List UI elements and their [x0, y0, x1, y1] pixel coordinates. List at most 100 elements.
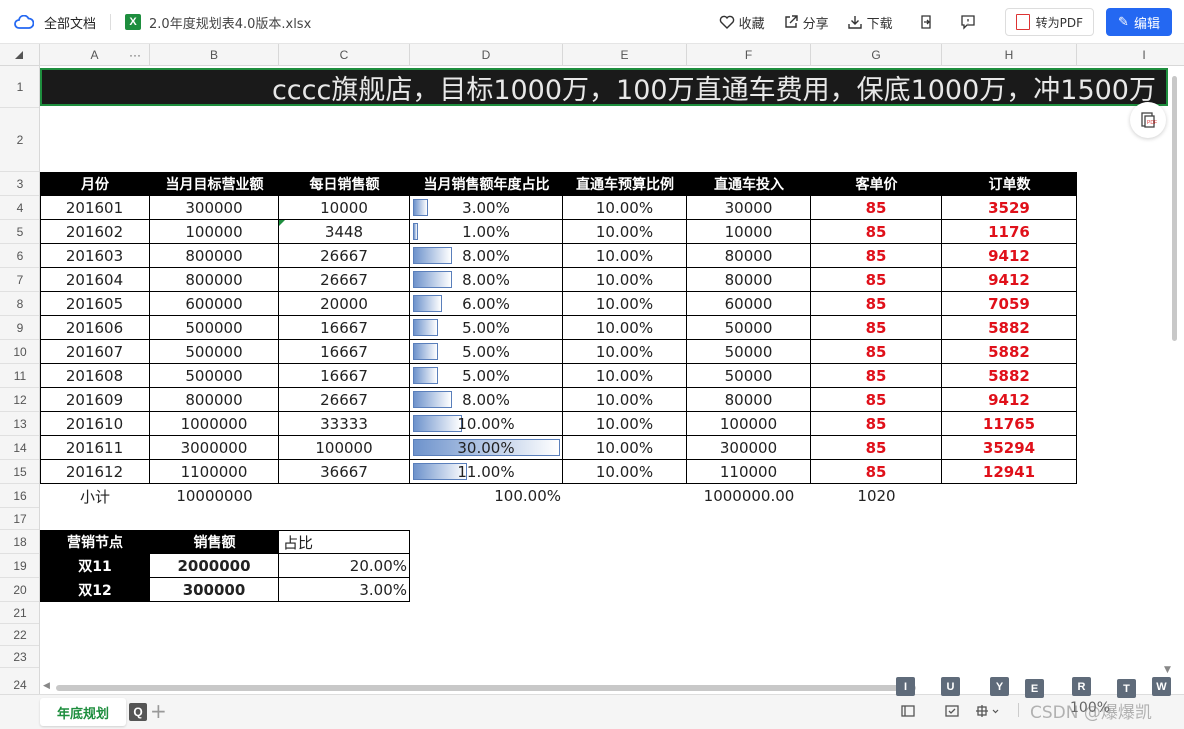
header-marketing-node[interactable]: 营销节点	[40, 530, 150, 554]
edit-button[interactable]: ✎ 编辑	[1106, 8, 1172, 36]
cell-target[interactable]: 500000	[150, 364, 279, 388]
cell-daily[interactable]: 26667	[279, 388, 410, 412]
header-daily-sales[interactable]: 每日销售额	[279, 172, 410, 196]
cell-pct[interactable]: 10.00%	[410, 412, 563, 436]
cell-aov[interactable]: 85	[811, 196, 942, 220]
cell-orders[interactable]: 11765	[942, 412, 1077, 436]
cell-daily[interactable]: 3448	[279, 220, 410, 244]
row-header-5[interactable]: 5	[0, 220, 39, 244]
cell-invest[interactable]: 80000	[687, 388, 811, 412]
cell-invest[interactable]: 300000	[687, 436, 811, 460]
header-target[interactable]: 当月目标营业额	[150, 172, 279, 196]
cell-daily[interactable]: 20000	[279, 292, 410, 316]
row-header-4[interactable]: 4	[0, 196, 39, 220]
row-header-6[interactable]: 6	[0, 244, 39, 268]
subtotal-aov[interactable]: 1020	[811, 484, 942, 508]
row-header-17[interactable]: 17	[0, 508, 39, 530]
header-orders[interactable]: 订单数	[942, 172, 1077, 196]
cell-orders[interactable]: 9412	[942, 244, 1077, 268]
cell-target[interactable]: 1000000	[150, 412, 279, 436]
cell-pct[interactable]: 1.00%	[410, 220, 563, 244]
cell-month[interactable]: 201607	[40, 340, 150, 364]
node-pct[interactable]: 3.00%	[279, 578, 410, 602]
row-header-10[interactable]: 10	[0, 340, 39, 364]
horizontal-scroll-thumb[interactable]	[56, 685, 916, 691]
cell-target[interactable]: 1100000	[150, 460, 279, 484]
cell-target[interactable]: 500000	[150, 316, 279, 340]
node-name[interactable]: 双12	[40, 578, 150, 602]
cloud-icon[interactable]	[14, 15, 34, 29]
header-month[interactable]: 月份	[40, 172, 150, 196]
cell-daily[interactable]: 16667	[279, 364, 410, 388]
add-sheet-icon[interactable]: +	[150, 699, 167, 723]
all-docs-link[interactable]: 全部文档	[44, 13, 96, 32]
cell-month[interactable]: 201612	[40, 460, 150, 484]
comment-marker[interactable]	[279, 220, 285, 226]
cell-budget[interactable]: 10.00%	[563, 388, 687, 412]
convert-pdf-button[interactable]: 转为PDF	[1004, 8, 1094, 36]
cell-daily[interactable]: 10000	[279, 196, 410, 220]
node-sales[interactable]: 2000000	[150, 554, 279, 578]
cell-invest[interactable]: 50000	[687, 364, 811, 388]
cell-target[interactable]: 800000	[150, 244, 279, 268]
subtotal-pct[interactable]: 100.00%	[410, 484, 563, 508]
cell-orders[interactable]: 9412	[942, 268, 1077, 292]
column-header-i[interactable]: I	[1077, 44, 1184, 66]
row-header-13[interactable]: 13	[0, 412, 39, 436]
column-more-icon[interactable]: ···	[129, 44, 141, 66]
cell-target[interactable]: 300000	[150, 196, 279, 220]
spreadsheet-grid[interactable]: cccc旗舰店，目标1000万，100万直通车费用，保底1000万，冲1500万…	[40, 66, 1184, 684]
cell-pct[interactable]: 3.00%	[410, 196, 563, 220]
favorite-button[interactable]: 收藏	[719, 13, 765, 32]
row-header-3[interactable]: 3	[0, 172, 39, 196]
cell-daily[interactable]: 16667	[279, 340, 410, 364]
subtotal-label[interactable]: 小计	[40, 484, 150, 508]
sheet-tab[interactable]: 年底规划	[40, 698, 126, 726]
cell-invest[interactable]: 80000	[687, 244, 811, 268]
cell-month[interactable]: 201609	[40, 388, 150, 412]
cell-daily[interactable]: 100000	[279, 436, 410, 460]
cell-invest[interactable]: 80000	[687, 268, 811, 292]
scroll-left-arrow[interactable]: ◀	[43, 681, 50, 691]
node-name[interactable]: 双11	[40, 554, 150, 578]
cell-aov[interactable]: 85	[811, 388, 942, 412]
cell-pct[interactable]: 8.00%	[410, 268, 563, 292]
cell-orders[interactable]: 5882	[942, 340, 1077, 364]
cell-month[interactable]: 201601	[40, 196, 150, 220]
header-avg-order[interactable]: 客单价	[811, 172, 942, 196]
row-header-19[interactable]: 19	[0, 554, 39, 578]
cell-aov[interactable]: 85	[811, 292, 942, 316]
cell-month[interactable]: 201602	[40, 220, 150, 244]
cell-orders[interactable]: 9412	[942, 388, 1077, 412]
cell-budget[interactable]: 10.00%	[563, 364, 687, 388]
cell-invest[interactable]: 60000	[687, 292, 811, 316]
cell-month[interactable]: 201606	[40, 316, 150, 340]
cell-target[interactable]: 100000	[150, 220, 279, 244]
column-header-e[interactable]: E	[563, 44, 687, 66]
header-sales[interactable]: 销售额	[150, 530, 279, 554]
cell-invest[interactable]: 30000	[687, 196, 811, 220]
column-header-c[interactable]: C	[279, 44, 410, 66]
header-budget-ratio[interactable]: 直通车预算比例	[563, 172, 687, 196]
cell-month[interactable]: 201603	[40, 244, 150, 268]
cell-pct[interactable]: 30.00%	[410, 436, 563, 460]
cell-daily[interactable]: 26667	[279, 268, 410, 292]
cell-aov[interactable]: 85	[811, 412, 942, 436]
cell-aov[interactable]: 85	[811, 268, 942, 292]
cell-pct[interactable]: 8.00%	[410, 244, 563, 268]
header-annual-share[interactable]: 当月销售额年度占比	[410, 172, 563, 196]
row-header-18[interactable]: 18	[0, 530, 39, 554]
row-header-14[interactable]: 14	[0, 436, 39, 460]
float-action-button[interactable]: PDF	[1130, 102, 1166, 138]
row-header-1[interactable]: 1	[0, 66, 39, 108]
cell-month[interactable]: 201608	[40, 364, 150, 388]
row-header-21[interactable]: 21	[0, 602, 39, 624]
row-header-23[interactable]: 23	[0, 646, 39, 668]
cell-budget[interactable]: 10.00%	[563, 268, 687, 292]
subtotal-invest[interactable]: 1000000.00	[687, 484, 811, 508]
cell-daily[interactable]: 33333	[279, 412, 410, 436]
row-header-2[interactable]: 2	[0, 108, 39, 172]
cell-pct[interactable]: 5.00%	[410, 340, 563, 364]
header-ad-spend[interactable]: 直通车投入	[687, 172, 811, 196]
cell-budget[interactable]: 10.00%	[563, 436, 687, 460]
